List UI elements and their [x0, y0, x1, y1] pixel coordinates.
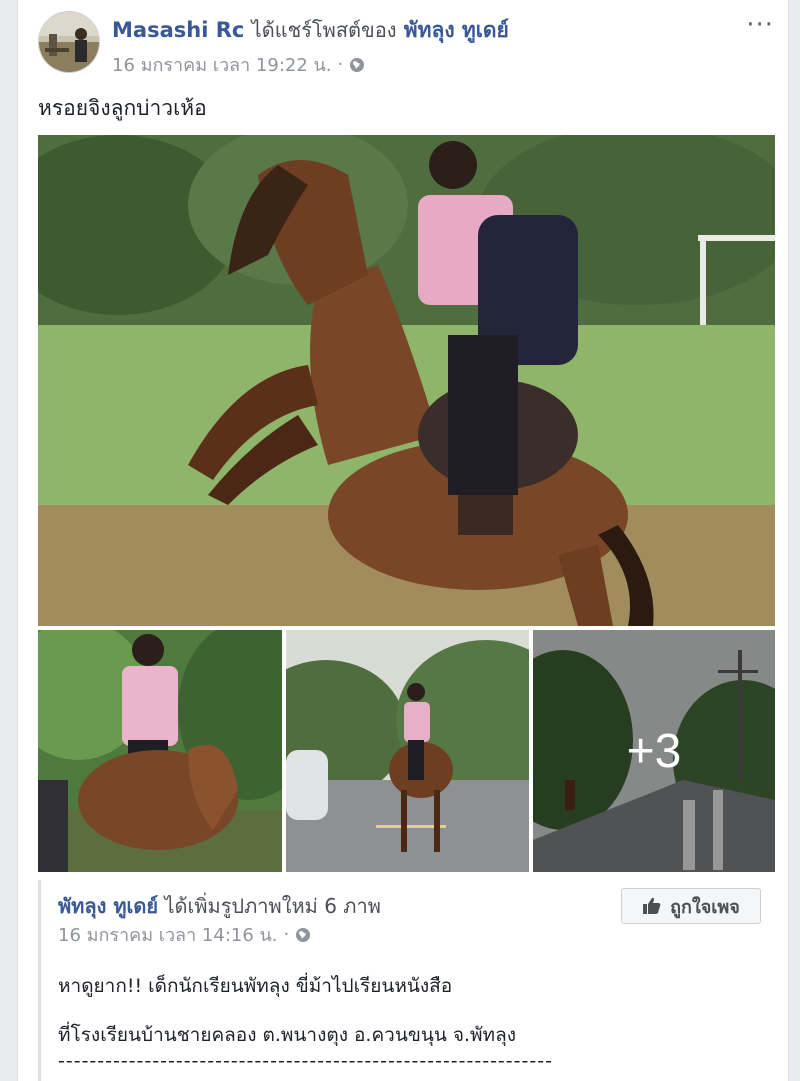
more-photos-overlay[interactable]: +3 — [533, 630, 775, 872]
globe-icon[interactable] — [295, 927, 311, 943]
thumbs-up-icon — [642, 896, 662, 916]
shared-post: พัทลุง ทูเดย์ ได้เพิ่มรูปภาพใหม่ 6 ภาพ 1… — [38, 880, 775, 1081]
post-timestamp-link[interactable]: 16 มกราคม เวลา 19:22 น. — [112, 50, 332, 79]
author-name-link[interactable]: Masashi Rc — [112, 18, 244, 42]
like-page-label: ถูกใจเพจ — [670, 896, 740, 918]
post-caption: หรอยจิงลูกบ่าวเห้อ — [38, 96, 207, 120]
post-card: Masashi Rc ได้แชร์โพสต์ของ พัทลุง ทูเดย์… — [17, 0, 789, 1081]
shared-meta-separator: · — [283, 924, 290, 945]
like-page-button[interactable]: ถูกใจเพจ — [621, 888, 761, 924]
post-header-line: Masashi Rc ได้แชร์โพสต์ของ พัทลุง ทูเดย์ — [112, 14, 509, 47]
meta-separator: · — [337, 54, 344, 75]
shared-page-link[interactable]: พัทลุง ทูเดย์ — [404, 18, 509, 42]
shared-action-text: ได้เพิ่มรูปภาพใหม่ 6 ภาพ — [164, 894, 381, 918]
shared-post-meta: 16 มกราคม เวลา 14:16 น. · — [58, 920, 311, 949]
shared-description-line-1: หาดูยาก!! เด็กนักเรียนพัทลุง ขี่ม้าไปเรี… — [58, 975, 453, 997]
more-options-icon[interactable]: ··· — [746, 10, 774, 40]
author-avatar[interactable] — [38, 11, 100, 73]
gallery-photo-1[interactable] — [38, 630, 282, 872]
main-photo[interactable] — [38, 135, 775, 626]
shared-description-divider: ----------------------------------------… — [58, 1050, 553, 1072]
gallery-photo-2[interactable] — [286, 630, 529, 872]
shared-page-name-link[interactable]: พัทลุง ทูเดย์ — [58, 894, 158, 918]
post-meta: 16 มกราคม เวลา 19:22 น. · — [112, 50, 365, 79]
gallery-photo-3[interactable]: +3 — [533, 630, 775, 872]
shared-text: ได้แชร์โพสต์ของ — [251, 18, 397, 42]
shared-post-header: พัทลุง ทูเดย์ ได้เพิ่มรูปภาพใหม่ 6 ภาพ — [58, 890, 381, 922]
shared-description-line-2: ที่โรงเรียนบ้านชายคลอง ต.พนางตุง อ.ควนขน… — [58, 1024, 516, 1046]
shared-timestamp-link[interactable]: 16 มกราคม เวลา 14:16 น. — [58, 920, 278, 949]
globe-icon[interactable] — [349, 57, 365, 73]
